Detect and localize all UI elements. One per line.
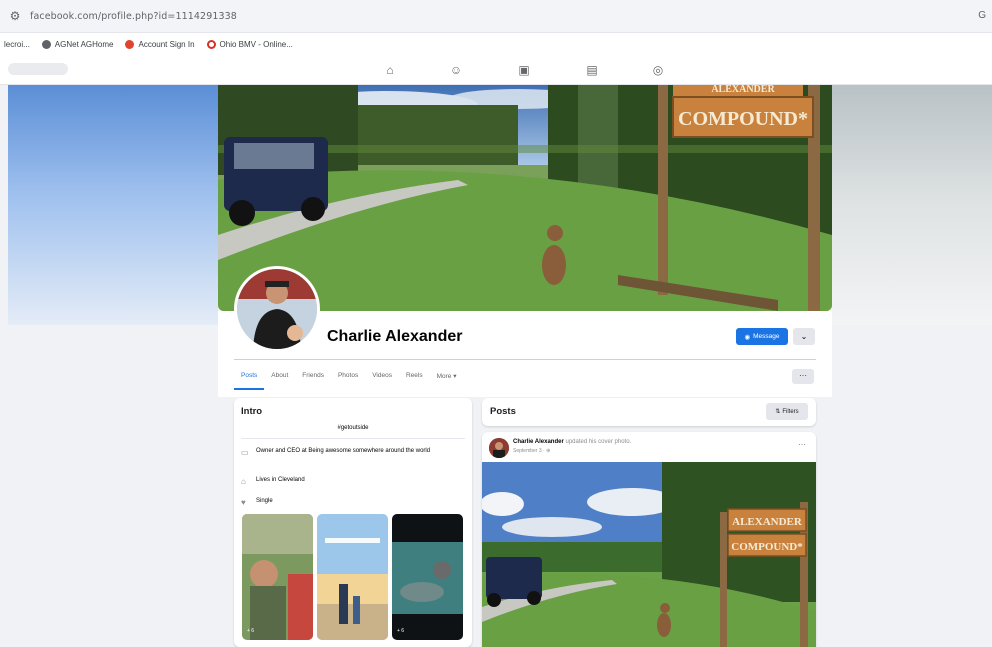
facebook-search[interactable] <box>8 63 68 75</box>
cover-sign-top: ALEXANDER <box>711 85 775 95</box>
google-lens-icon[interactable]: G <box>978 10 986 21</box>
bookmark-label: Ohio BMV - Online... <box>219 39 293 49</box>
post-author-avatar[interactable] <box>489 438 509 458</box>
post-card: Charlie Alexander updated his cover phot… <box>482 432 816 647</box>
bookmarks-bar: lecroi... AGNet AGHome Account Sign In O… <box>0 33 992 55</box>
tabs-options-button[interactable]: ··· <box>792 369 814 384</box>
featured-photo[interactable]: + 6 <box>392 514 463 640</box>
featured-photo[interactable] <box>317 514 388 640</box>
profile-divider <box>234 359 816 360</box>
cover-photo[interactable]: ALEXANDER COMPOUND* <box>218 85 832 311</box>
profile-avatar[interactable] <box>234 266 320 352</box>
url-text[interactable]: facebook.com/profile.php?id=1114291338 <box>30 11 237 22</box>
briefcase-icon: ▭ <box>241 448 249 457</box>
home-icon: ⌂ <box>241 477 246 486</box>
bookmark-label: Account Sign In <box>138 39 195 49</box>
watch-icon[interactable]: ▣ <box>516 62 532 78</box>
intro-work: ▭ Owner and CEO at Being awesome somewhe… <box>241 448 461 458</box>
gaming-icon[interactable]: ◎ <box>650 62 666 78</box>
post-sign-bottom: COMPOUND* <box>731 541 803 553</box>
post-sign-top: ALEXANDER <box>732 516 803 528</box>
posts-header: Posts ⇅ Filters <box>482 398 816 426</box>
site-settings-icon[interactable]: ⚙ <box>8 9 22 23</box>
bookmark-label: AGNet AGHome <box>54 39 114 49</box>
tab-about[interactable]: About <box>264 368 295 390</box>
message-label: Message <box>753 333 780 340</box>
featured-photos: + 6 + 6 <box>242 514 464 640</box>
avatar-image <box>237 269 317 349</box>
tab-photos[interactable]: Photos <box>331 368 365 390</box>
post-date[interactable]: September 3 · ⊕ <box>513 448 550 454</box>
home-icon[interactable]: ⌂ <box>382 62 398 78</box>
marketplace-icon[interactable]: ▤ <box>584 62 600 78</box>
filters-button[interactable]: ⇅ Filters <box>766 403 808 420</box>
bookmark-label: lecroi... <box>4 39 30 49</box>
cover-backdrop-right <box>832 85 992 325</box>
featured-photo-image <box>242 514 313 640</box>
featured-photo-image <box>392 514 463 640</box>
intro-work-text: Owner and CEO at Being awesome somewhere… <box>256 448 431 454</box>
intro-location-text: Lives in Cleveland <box>256 477 305 483</box>
bookmark-favicon-icon <box>125 39 135 49</box>
tab-more[interactable]: More ▾ <box>430 368 464 390</box>
photo-count: + 6 <box>397 628 405 634</box>
intro-card: Intro #getoutside ▭ Owner and CEO at Bei… <box>234 398 472 647</box>
post-photo-image: ALEXANDER COMPOUND* <box>482 462 816 647</box>
bookmark-item[interactable]: lecroi... <box>4 40 30 49</box>
profile-more-button[interactable]: ⌄ <box>793 328 815 345</box>
messenger-icon: ◉ <box>744 333 751 341</box>
post-author-line: Charlie Alexander updated his cover phot… <box>513 439 631 445</box>
post-options-icon[interactable]: ··· <box>798 440 806 449</box>
post-action-text: updated his cover photo. <box>565 439 632 445</box>
cover-photo-image: ALEXANDER COMPOUND* <box>218 85 832 311</box>
intro-location: ⌂ Lives in Cleveland <box>241 477 461 487</box>
message-button[interactable]: ◉ Message <box>736 328 788 345</box>
post-photo[interactable]: ALEXANDER COMPOUND* <box>482 462 816 647</box>
friends-icon[interactable]: ☺ <box>448 62 464 78</box>
filters-label: Filters <box>782 408 799 415</box>
filters-icon: ⇅ <box>775 409 781 415</box>
intro-title: Intro <box>241 406 263 417</box>
avatar-image <box>489 438 509 458</box>
bookmark-item[interactable]: AGNet AGHome <box>41 39 114 49</box>
tab-friends[interactable]: Friends <box>295 368 331 390</box>
bookmark-item[interactable]: Account Sign In <box>125 39 195 49</box>
tab-posts[interactable]: Posts <box>234 368 265 390</box>
intro-bio: #getoutside <box>337 425 369 431</box>
photo-count: + 6 <box>247 628 255 634</box>
tab-videos[interactable]: Videos <box>365 368 399 390</box>
ohio-bmv-icon <box>206 39 216 49</box>
cover-backdrop-left <box>8 85 218 325</box>
intro-divider <box>241 438 465 439</box>
featured-photo-image <box>317 514 388 640</box>
profile-name: Charlie Alexander <box>327 328 463 345</box>
intro-relationship: ♥ Single <box>241 498 461 508</box>
post-author-name[interactable]: Charlie Alexander <box>513 439 564 445</box>
tab-reels[interactable]: Reels <box>399 368 430 390</box>
posts-title: Posts <box>490 406 516 417</box>
facebook-top-nav: ⌂ ☺ ▣ ▤ ◎ <box>0 55 992 85</box>
profile-tabs: Posts About Friends Photos Videos Reels … <box>234 368 463 390</box>
intro-relationship-text: Single <box>256 498 273 504</box>
heart-icon: ♥ <box>241 498 246 507</box>
bookmark-item[interactable]: Ohio BMV - Online... <box>206 39 293 49</box>
featured-photo[interactable]: + 6 <box>242 514 313 640</box>
browser-address-bar[interactable]: ⚙ facebook.com/profile.php?id=1114291338… <box>0 0 992 33</box>
globe-icon <box>41 39 51 49</box>
cover-sign-bottom: COMPOUND* <box>678 108 808 130</box>
